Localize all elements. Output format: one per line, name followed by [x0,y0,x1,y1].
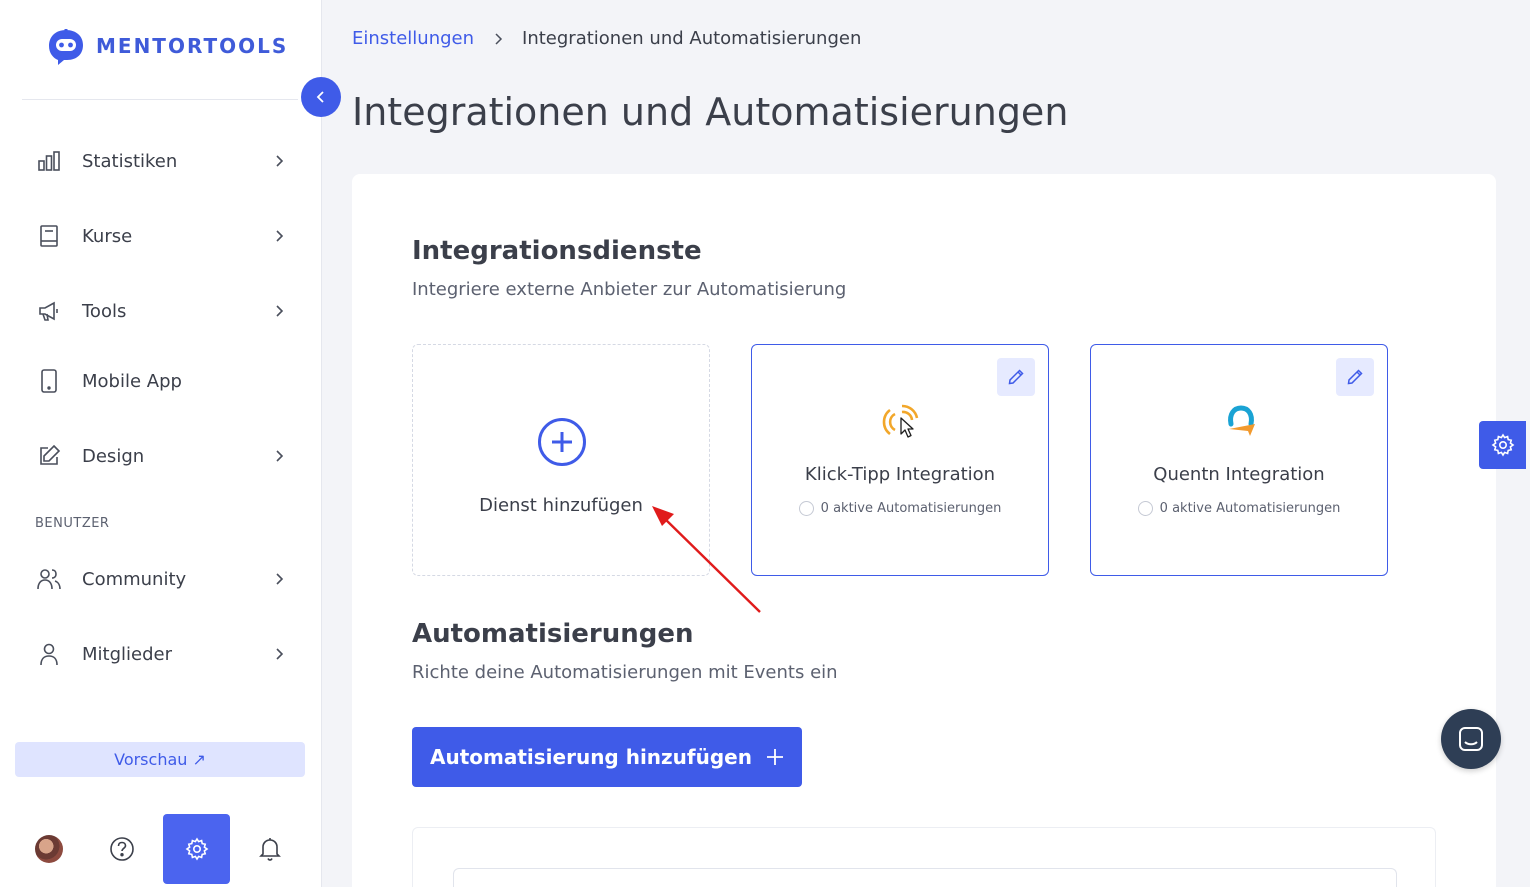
brand-name: MENTORTOOLS [96,34,289,58]
chat-icon [1459,727,1483,751]
edit-integration-button[interactable] [1336,358,1374,396]
automations-subtitle: Richte deine Automatisierungen mit Event… [412,662,838,683]
sidebar-item-community[interactable]: Community [36,564,286,594]
chevron-left-icon [316,91,324,103]
automations-list-panel [412,827,1436,887]
plus-circle-icon [538,418,586,466]
chevron-right-icon [495,32,503,45]
gear-icon [1491,433,1514,457]
automations-title: Automatisierungen [412,619,694,649]
add-automation-button[interactable]: Automatisierung hinzufügen [412,727,802,787]
plus-icon [766,749,783,765]
section-label-benutzer: BENUTZER [35,516,110,531]
content-panel: Integrationsdienste Integriere externe A… [352,174,1496,887]
integration-status: 0 aktive Automatisierungen [1091,501,1387,516]
sidebar-item-mobile-app[interactable]: Mobile App [36,366,286,396]
integration-name: Klick-Tipp Integration [804,464,996,485]
pencil-icon [1008,369,1024,385]
page-title: Integrationen und Automatisierungen [352,90,1069,134]
edit-icon [36,443,62,469]
settings-button[interactable] [163,814,230,884]
integration-name: Quentn Integration [1153,464,1325,485]
add-automation-label: Automatisierung hinzufügen [430,745,752,769]
sidebar-item-label: Mobile App [82,370,182,392]
robot-logo-icon [49,29,83,65]
edit-integration-button[interactable] [997,358,1035,396]
sidebar-item-label: Tools [82,300,127,322]
floating-settings-button[interactable] [1479,421,1526,469]
bell-icon[interactable] [257,836,283,862]
brand-logo[interactable]: MENTORTOOLS [46,26,288,66]
chat-launcher-button[interactable] [1441,709,1501,769]
breadcrumb: Einstellungen Integrationen und Automati… [352,28,861,49]
user-icon [36,641,62,667]
integrations-title: Integrationsdienste [412,236,702,266]
sidebar-item-design[interactable]: Design [36,441,286,471]
status-dot-icon [1137,501,1153,516]
sidebar-item-label: Statistiken [82,150,178,172]
integration-card-klick-tipp[interactable]: Klick-Tipp Integration 0 aktive Automati… [751,344,1049,576]
sidebar-item-label: Design [82,445,145,467]
sidebar: MENTORTOOLS Statistiken Kurse Tools Mobi… [0,0,322,887]
chevron-right-icon [276,230,284,242]
sidebar-item-tools[interactable]: Tools [36,296,286,326]
integrations-subtitle: Integriere externe Anbieter zur Automati… [412,279,847,300]
megaphone-icon [36,298,62,324]
chevron-right-icon [276,305,284,317]
preview-button[interactable]: Vorschau ↗ [15,742,305,777]
sidebar-item-label: Mitglieder [82,643,172,665]
sidebar-bottom-bar [0,814,322,887]
sidebar-item-label: Kurse [82,225,133,247]
breadcrumb-link-einstellungen[interactable]: Einstellungen [352,28,474,49]
integration-status: 0 aktive Automatisierungen [752,501,1048,516]
add-service-card[interactable]: Dienst hinzufügen [412,344,710,576]
help-icon[interactable] [109,836,135,862]
add-service-label: Dienst hinzufügen [479,495,643,516]
sidebar-item-kurse[interactable]: Kurse [36,221,286,251]
klick-tipp-logo-icon [882,404,919,438]
collapse-sidebar-button[interactable] [301,77,341,117]
chevron-right-icon [276,155,284,167]
mobile-icon [36,368,62,394]
integration-status-text: 0 aktive Automatisierungen [820,501,1002,516]
automations-list-inner [453,868,1397,887]
avatar[interactable] [35,835,63,863]
chevron-right-icon [276,450,284,462]
users-icon [36,566,62,592]
status-dot-icon [798,501,814,516]
pencil-icon [1347,369,1363,385]
gear-icon [185,837,208,861]
integration-card-quentn[interactable]: Quentn Integration 0 aktive Automatisier… [1090,344,1388,576]
breadcrumb-current: Integrationen und Automatisierungen [522,28,862,49]
bar-chart-icon [36,148,62,174]
chevron-right-icon [276,648,284,660]
integration-status-text: 0 aktive Automatisierungen [1159,501,1341,516]
sidebar-item-mitglieder[interactable]: Mitglieder [36,639,286,669]
chevron-right-icon [276,573,284,585]
book-icon [36,223,62,249]
quentn-logo-icon [1228,405,1255,436]
sidebar-item-label: Community [82,568,187,590]
logo-divider [22,99,298,100]
sidebar-item-statistiken[interactable]: Statistiken [36,146,286,176]
